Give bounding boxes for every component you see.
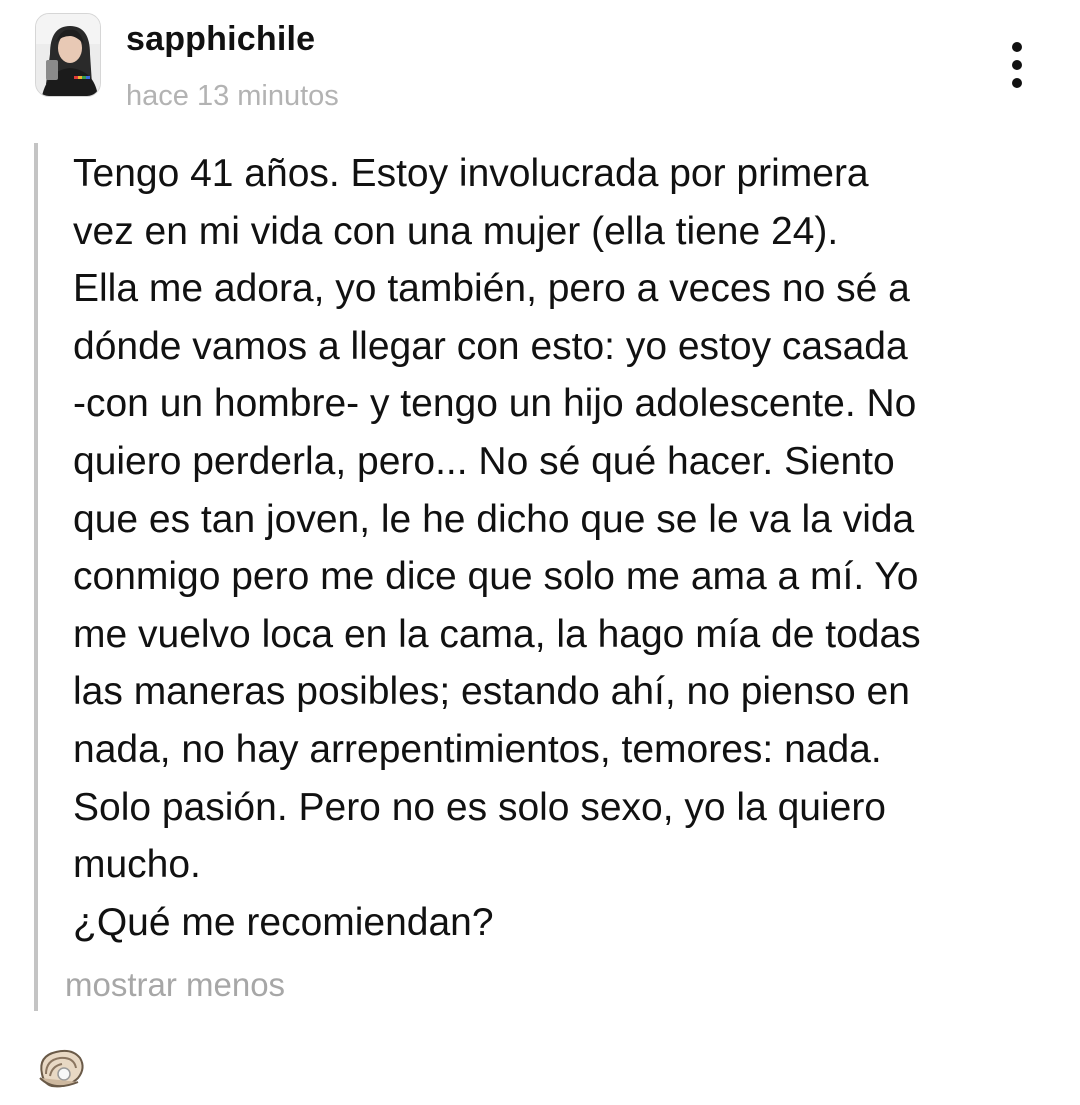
post-body: Tengo 41 años. Estoy involucrada por pri… [34,143,1038,1011]
reaction-button[interactable] [34,1044,88,1094]
profile-photo [36,14,100,96]
oyster-icon [39,1049,84,1088]
post-timestamp: hace 13 minutos [126,80,339,112]
avatar[interactable] [35,13,101,97]
username[interactable]: sapphichile [126,20,315,59]
more-options-button[interactable] [1000,40,1034,90]
show-less-link[interactable]: mostrar menos [65,966,285,1004]
post-text: Tengo 41 años. Estoy involucrada por pri… [73,152,921,944]
